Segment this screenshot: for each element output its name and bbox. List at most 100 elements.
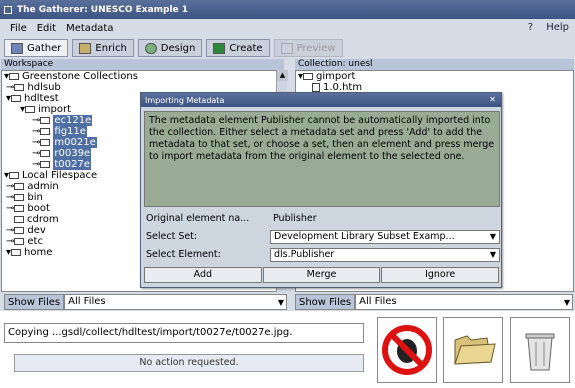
window-title: The Gatherer: UNESCO Example 1 [17, 4, 189, 15]
add-button[interactable]: Add [144, 267, 262, 283]
dialog-title-bar: Importing Metadata ✕ [141, 93, 501, 107]
original-element-value: Publisher [273, 213, 317, 224]
chevron-down-icon: ▼ [563, 298, 570, 307]
scroll-up-icon[interactable]: ▲ [277, 70, 288, 81]
original-element-row: Original element na... Publisher [144, 212, 500, 226]
folder-icon [40, 139, 51, 146]
merge-button[interactable]: Merge [262, 267, 381, 283]
expand-icon[interactable]: ⊸ [32, 137, 40, 148]
chevron-down-icon: ▼ [489, 250, 496, 259]
tree-node[interactable]: ▾ Greenstone Collections [2, 71, 283, 82]
show-files-label: Show Files [295, 294, 356, 310]
collection-filter: Show Files All Files ▼ [295, 294, 573, 310]
tree-label: ec121e [53, 115, 93, 126]
folder-icon [303, 73, 314, 80]
chevron-down-icon: ▼ [489, 232, 496, 241]
expand-icon[interactable]: ⊸ [6, 203, 14, 214]
tree-label: boot [27, 203, 50, 214]
folder-icon [11, 95, 22, 102]
trash-button[interactable] [510, 317, 570, 383]
tab-create[interactable]: Create [206, 39, 270, 57]
filter-value: All Files [359, 296, 397, 307]
tab-design[interactable]: Design [137, 39, 203, 57]
menu-help[interactable]: ? Help [518, 22, 569, 33]
select-set-row: Select Set: Development Library Subset E… [144, 230, 500, 244]
original-element-label: Original element na... [146, 213, 250, 224]
folder-icon [40, 117, 51, 124]
menu-bar: File Edit Metadata ? Help [0, 20, 575, 37]
folder-icon [40, 161, 51, 168]
folder-icon [14, 205, 25, 212]
menu-file[interactable]: File [10, 23, 27, 34]
preview-icon [280, 42, 293, 54]
tab-design-label: Design [160, 42, 196, 54]
file-icon [312, 83, 320, 92]
folder-icon [454, 335, 496, 365]
tree-label: gimport [316, 71, 356, 82]
folder-icon [14, 194, 25, 201]
tree-label: Greenstone Collections [22, 71, 138, 82]
design-icon [144, 42, 157, 54]
workspace-filter: Show Files All Files ▼ [4, 294, 287, 310]
action-status: No action requested. [14, 354, 364, 372]
folder-icon [14, 227, 25, 234]
close-icon[interactable]: ✕ [487, 94, 498, 105]
tab-gather-label: Gather [27, 42, 62, 54]
tab-gather[interactable]: Gather [4, 39, 69, 57]
collection-header: Collection: unesl [295, 59, 574, 70]
expand-icon[interactable]: ⊸ [6, 225, 14, 236]
gatherer-window: The Gatherer: UNESCO Example 1 File Edit… [0, 0, 575, 388]
toolbar: Gather Enrich Design Create Preview [0, 38, 575, 58]
import-metadata-dialog: Importing Metadata ✕ The metadata elemen… [140, 92, 502, 288]
folder-icon [40, 128, 51, 135]
expand-icon[interactable]: ⊸ [6, 82, 14, 93]
help-label: Help [546, 22, 569, 33]
select-element-row: Select Element: dls.Publisher ▼ [144, 248, 500, 262]
select-element-dropdown[interactable]: dls.Publisher ▼ [270, 248, 500, 262]
folder-button[interactable] [443, 317, 503, 383]
workspace-filter-select[interactable]: All Files ▼ [64, 294, 287, 310]
create-icon [213, 42, 226, 54]
folder-icon [9, 73, 20, 80]
tree-label: t0027e [53, 159, 91, 170]
window-menu-icon[interactable] [4, 5, 12, 14]
folder-icon [40, 150, 51, 157]
tree-label: etc [27, 236, 43, 247]
expand-icon[interactable]: ⊸ [32, 148, 40, 159]
tree-label: dev [27, 225, 46, 236]
tree-node[interactable]: ▾ gimport [296, 71, 573, 82]
tree-label: home [24, 247, 53, 258]
expand-icon[interactable]: ⊸ [32, 126, 40, 137]
ignore-button[interactable]: Ignore [381, 267, 500, 283]
tab-preview-label: Preview [296, 42, 336, 54]
tree-label: r0039e [53, 148, 92, 159]
folder-icon [25, 106, 36, 113]
title-bar: The Gatherer: UNESCO Example 1 [0, 0, 575, 19]
menu-metadata[interactable]: Metadata [66, 23, 113, 34]
tab-enrich[interactable]: Enrich [72, 39, 134, 57]
menu-edit[interactable]: Edit [37, 23, 56, 34]
tree-label: m0021e [53, 137, 97, 148]
expand-icon[interactable]: ⊸ [32, 115, 40, 126]
tree-label: import [38, 104, 72, 115]
stop-button[interactable] [377, 317, 437, 383]
collection-filter-select[interactable]: All Files ▼ [355, 294, 573, 310]
folder-icon [14, 216, 24, 223]
expand-icon[interactable]: ⊸ [6, 236, 14, 247]
select-set-dropdown[interactable]: Development Library Subset Examp... ▼ [270, 230, 500, 244]
tree-label: fig11e [53, 126, 87, 137]
help-icon: ? [527, 22, 533, 33]
expand-icon[interactable]: ⊸ [32, 159, 40, 170]
show-files-label: Show Files [4, 294, 65, 310]
enrich-icon [79, 42, 92, 54]
tab-enrich-label: Enrich [95, 42, 127, 54]
expand-icon[interactable]: ⊸ [6, 192, 14, 203]
select-element-value: dls.Publisher [274, 249, 335, 260]
tab-preview[interactable]: Preview [273, 39, 343, 57]
dialog-buttons: Add Merge Ignore [144, 267, 500, 283]
select-set-value: Development Library Subset Examp... [274, 231, 455, 242]
folder-icon [14, 84, 25, 91]
expand-icon[interactable]: ⊸ [6, 181, 14, 192]
dialog-title: Importing Metadata [145, 95, 225, 105]
tree-label: hdlsub [27, 82, 61, 93]
